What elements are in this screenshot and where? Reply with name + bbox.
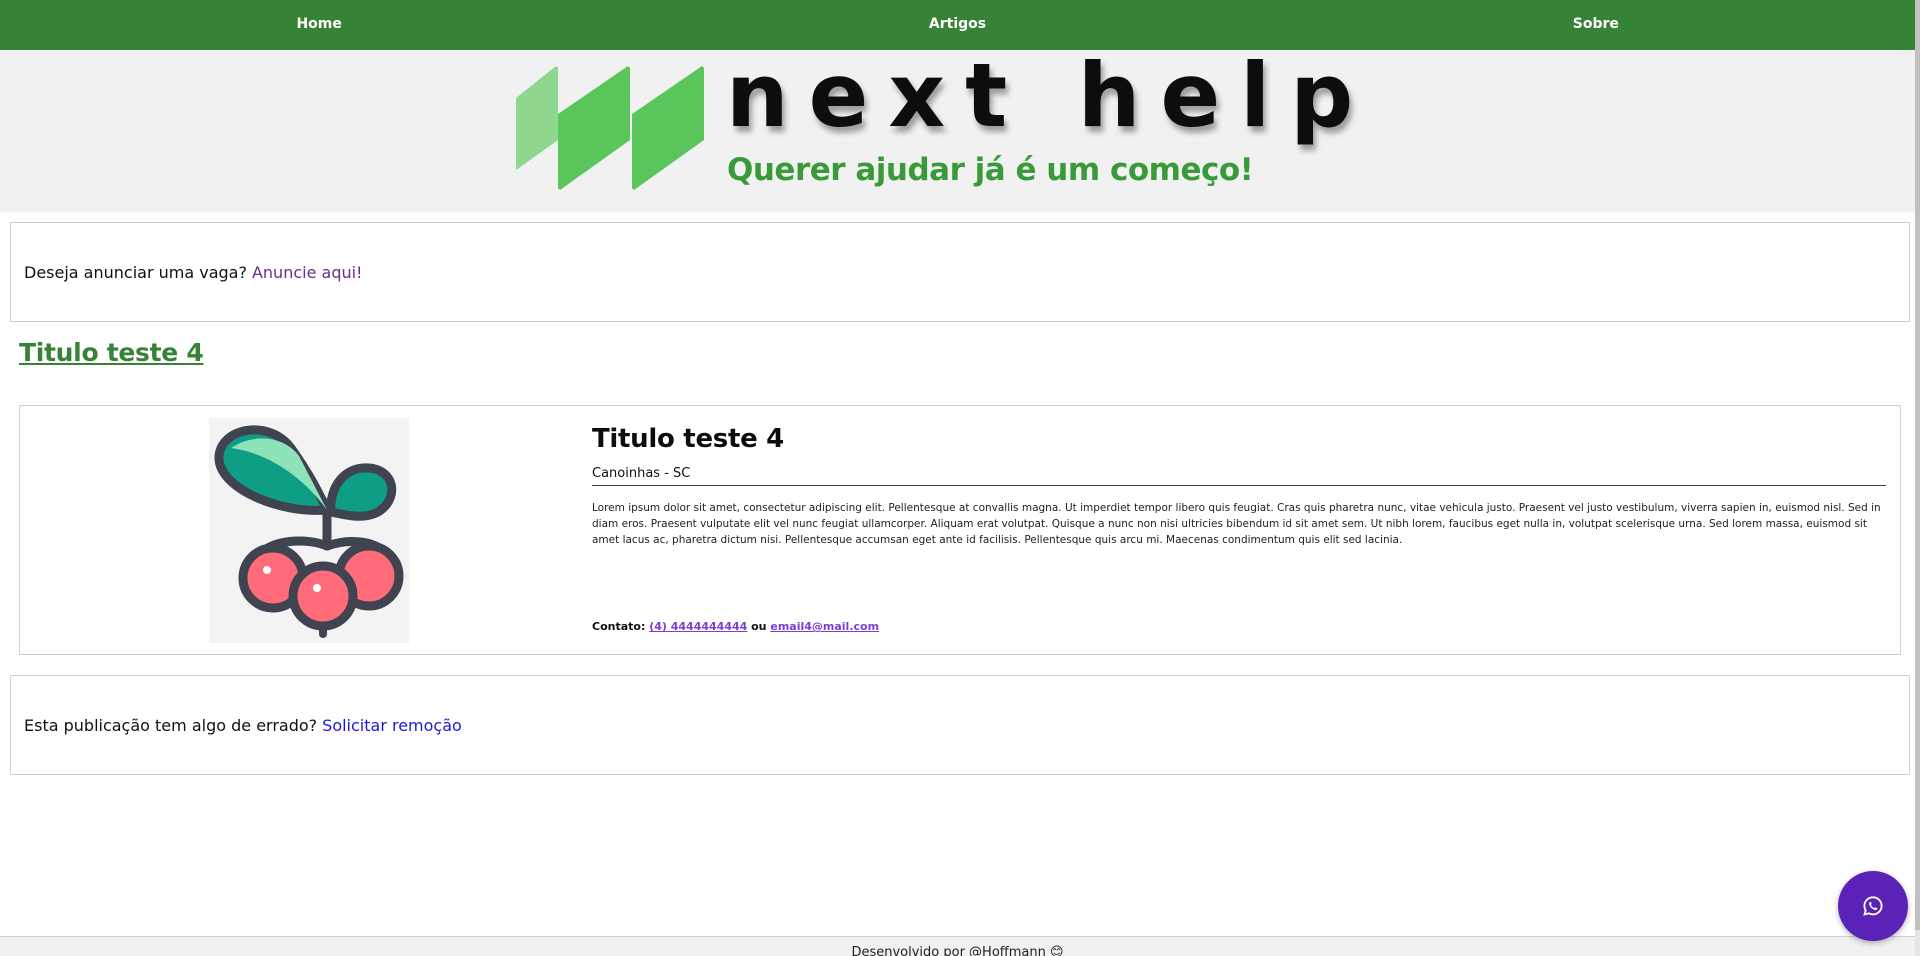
brand-name: next help — [726, 44, 1374, 147]
berries-icon — [214, 425, 404, 638]
contact-email-link[interactable]: email4@mail.com — [770, 620, 879, 633]
nav-home-link[interactable]: Home — [0, 0, 638, 50]
logo-icon — [516, 66, 704, 190]
site-footer: Desenvolvido por @Hoffmann 😊 — [0, 936, 1915, 956]
site-header: next help Querer ajudar já é um começo! — [0, 44, 1915, 212]
page-title[interactable]: Titulo teste 4 — [19, 338, 204, 367]
contact-phone-link[interactable]: (4) 4444444444 — [649, 620, 747, 633]
scrollbar-thumb[interactable] — [1915, 0, 1920, 930]
report-removal-link[interactable]: Solicitar remoção — [322, 716, 462, 735]
card-contact: Contato: (4) 4444444444 ou email4@mail.c… — [592, 620, 879, 633]
nav-articles-link[interactable]: Artigos — [638, 0, 1276, 50]
brand-tagline: Querer ajudar já é um começo! — [727, 152, 1254, 188]
report-banner: Esta publicação tem algo de errado? Soli… — [10, 675, 1910, 775]
footer-credit: Desenvolvido por @Hoffmann 😊 — [851, 945, 1064, 956]
card-title: Titulo teste 4 — [592, 424, 784, 454]
card-description: Lorem ipsum dolor sit amet, consectetur … — [592, 502, 1881, 546]
whatsapp-icon — [1863, 896, 1883, 916]
announce-question: Deseja anunciar uma vaga? — [24, 262, 247, 282]
job-card: Titulo teste 4 Canoinhas - SC Lorem ipsu… — [19, 405, 1901, 655]
report-question: Esta publicação tem algo de errado? — [24, 715, 318, 735]
announce-link[interactable]: Anuncie aqui! — [252, 263, 363, 282]
contact-label: Contato: — [592, 620, 646, 633]
page-scrollbar[interactable] — [1915, 0, 1920, 956]
contact-or: ou — [751, 620, 767, 633]
card-location: Canoinhas - SC — [592, 466, 1886, 486]
nav-about-link[interactable]: Sobre — [1277, 0, 1915, 50]
announce-banner: Deseja anunciar uma vaga? Anuncie aqui! — [10, 222, 1910, 322]
whatsapp-button[interactable] — [1838, 871, 1908, 941]
card-body: Titulo teste 4 Canoinhas - SC Lorem ipsu… — [592, 424, 1886, 548]
card-image — [209, 418, 409, 643]
top-navigation: Home Artigos Sobre — [0, 0, 1915, 50]
